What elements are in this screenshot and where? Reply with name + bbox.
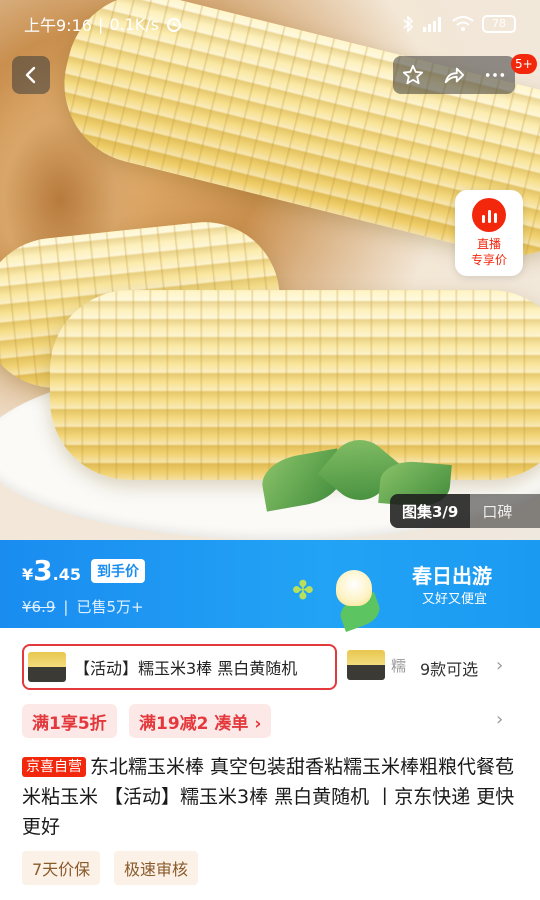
tab-gallery[interactable]: 图集3/9 xyxy=(390,494,471,528)
coupon-discount[interactable]: 满1享5折 xyxy=(22,704,117,738)
variant-selected[interactable]: 【活动】糯玉米3棒 黑白黄随机 xyxy=(22,644,337,690)
top-actions xyxy=(393,56,515,94)
promo-title[interactable]: 春日出游 xyxy=(412,560,492,589)
share-icon[interactable] xyxy=(443,64,465,86)
variant-option[interactable]: 糯 xyxy=(347,650,406,680)
promo-subtitle: 又好又便宜 xyxy=(422,592,488,607)
product-title-block: 京喜自营 东北糯玉米棒 真空包装甜香粘糯玉米棒粗粮代餐苞米粘玉米 【活动】糯玉米3… xyxy=(22,752,522,842)
status-network-speed: 0.1K/s xyxy=(109,14,159,34)
service-tag-price-protection[interactable]: 7天价保 xyxy=(22,851,101,885)
wifi-icon xyxy=(452,16,474,31)
clover-icon: ✤ xyxy=(292,576,314,606)
original-price: ¥6.9 xyxy=(22,597,56,616)
status-divider: | xyxy=(97,14,104,34)
flower-decoration xyxy=(336,570,372,606)
live-price-button[interactable]: 直播 专享价 xyxy=(455,190,523,276)
message-badge: 5+ xyxy=(511,54,537,74)
chevron-right-icon[interactable]: › xyxy=(496,655,503,676)
battery-indicator: 78 xyxy=(482,15,516,33)
corn-cob-image xyxy=(50,290,540,480)
variant-label: 【活动】糯玉米3棒 黑白黄随机 xyxy=(74,659,298,678)
gallery-tabs: 图集3/9 口碑 xyxy=(390,494,540,528)
final-price-tag: 到手价 xyxy=(90,558,145,583)
price-integer: 3 xyxy=(33,554,53,587)
self-operated-badge: 京喜自营 xyxy=(22,757,86,777)
more-icon[interactable] xyxy=(484,64,506,86)
signal-icon xyxy=(423,17,441,32)
status-bar: 上午9:16 | 0.1K/s 78 xyxy=(0,0,540,48)
sold-count: 已售5万+ xyxy=(76,598,144,616)
live-label: 直播 xyxy=(476,237,501,251)
price-decimal: .45 xyxy=(52,565,81,584)
product-title: 东北糯玉米棒 真空包装甜香粘糯玉米棒粗粮代餐苞米粘玉米 【活动】糯玉米3棒 黑白… xyxy=(22,756,515,838)
variant-thumbnail xyxy=(28,652,66,682)
final-price: ¥ 3 .45 到手价 xyxy=(22,554,145,587)
chevron-left-icon xyxy=(25,66,36,84)
service-tag-fast-review[interactable]: 极速审核 xyxy=(114,851,199,885)
live-sublabel: 专享价 xyxy=(470,253,507,267)
bluetooth-icon xyxy=(403,15,414,33)
price-divider: | xyxy=(63,597,69,616)
alarm-icon xyxy=(167,18,181,32)
star-icon[interactable] xyxy=(402,64,424,86)
chevron-right-icon[interactable]: › xyxy=(496,709,503,730)
variant-thumbnail xyxy=(347,650,385,680)
back-button[interactable] xyxy=(12,56,50,94)
coupon-full-reduction[interactable]: 满19减2 凑单 › xyxy=(129,704,272,738)
live-icon xyxy=(472,198,506,232)
tab-reviews[interactable]: 口碑 xyxy=(470,501,524,522)
price-meta: ¥6.9 | 已售5万+ xyxy=(22,596,144,617)
variant-count[interactable]: 9款可选 xyxy=(420,656,478,680)
variant-option-label: 糯 xyxy=(391,656,407,675)
status-time: 上午9:16 xyxy=(24,16,92,35)
price-currency: ¥ xyxy=(22,565,34,584)
